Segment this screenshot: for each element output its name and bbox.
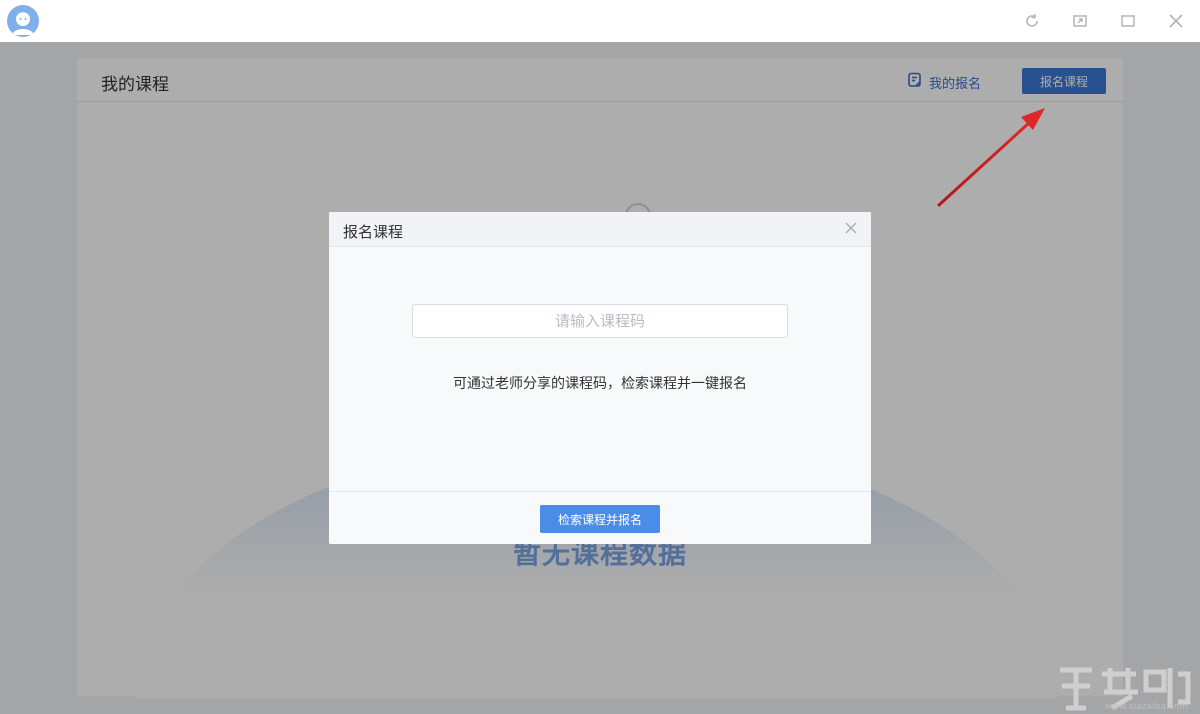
title-bar <box>0 0 1200 42</box>
maximize-icon[interactable] <box>1116 9 1140 33</box>
register-course-dialog: 报名课程 可通过老师分享的课程码，检索课程并一键报名 检索课程并报名 <box>329 212 871 544</box>
dialog-header: 报名课程 <box>329 212 871 247</box>
course-code-input[interactable] <box>412 304 788 338</box>
close-icon[interactable] <box>1164 9 1188 33</box>
watermark-url: www.xiazaiba.com <box>1104 702 1188 712</box>
search-and-register-button[interactable]: 检索课程并报名 <box>540 505 660 533</box>
dialog-footer: 检索课程并报名 <box>329 491 871 544</box>
avatar-icon[interactable] <box>7 5 39 37</box>
restore-icon[interactable] <box>1068 9 1092 33</box>
dialog-close-icon[interactable] <box>843 220 859 236</box>
dialog-title: 报名课程 <box>343 223 404 241</box>
dialog-hint-text: 可通过老师分享的课程码，检索课程并一键报名 <box>453 376 747 392</box>
refresh-icon[interactable] <box>1020 9 1044 33</box>
